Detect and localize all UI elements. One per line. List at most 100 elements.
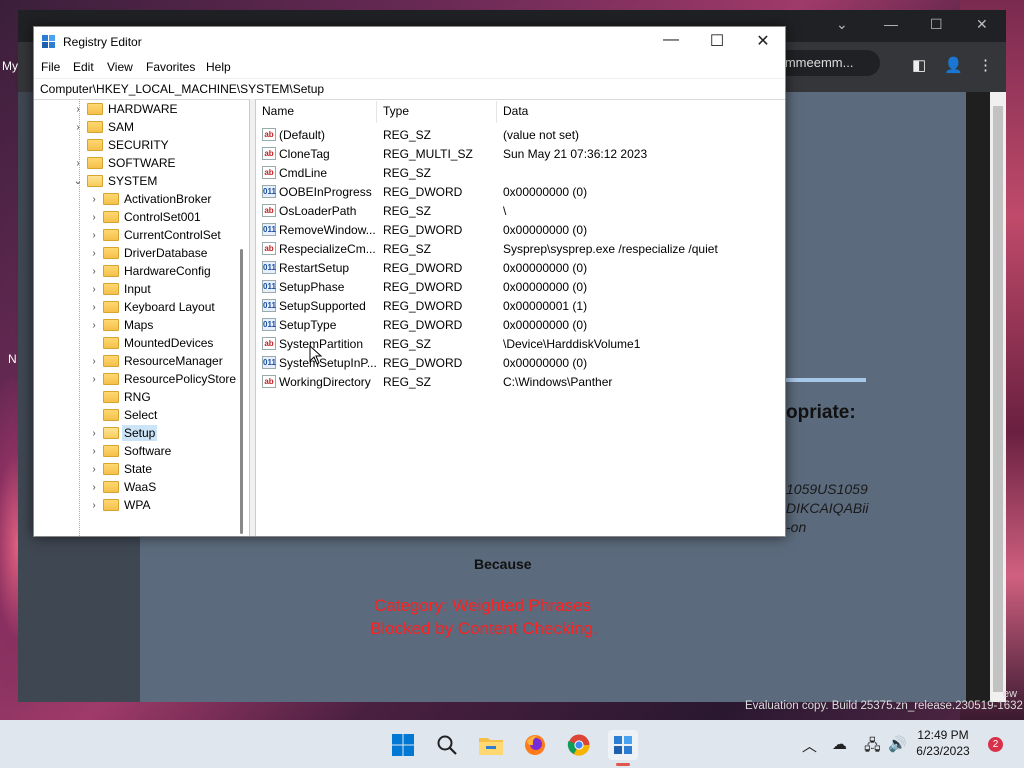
table-row[interactable]: 011 RestartSetup REG_DWORD 0x00000000 (0) xyxy=(255,258,785,277)
tree-item-resourcepolicystore[interactable]: › ResourcePolicyStore xyxy=(88,370,236,388)
table-row[interactable]: ab CloneTag REG_MULTI_SZ Sun May 21 07:36:1… xyxy=(255,144,785,163)
notification-badge[interactable]: 2 xyxy=(988,737,1003,752)
close-button[interactable]: ✕ xyxy=(748,31,778,51)
tree-item-state[interactable]: › State xyxy=(88,460,152,478)
column-type[interactable]: Type xyxy=(383,104,409,118)
tree-item-system[interactable]: ⌄ SYSTEM xyxy=(72,172,158,190)
firefox-icon xyxy=(525,735,545,755)
tree-item-security[interactable]: SECURITY xyxy=(72,136,169,154)
chevron-right-icon[interactable]: › xyxy=(88,428,100,439)
value-type: REG_SZ xyxy=(383,166,432,180)
menu-view[interactable]: View xyxy=(107,60,133,74)
tree-item-maps[interactable]: › Maps xyxy=(88,316,153,334)
value-type: REG_SZ xyxy=(383,337,432,351)
table-row[interactable]: 011 SetupSupported REG_DWORD 0x00000001 (1) xyxy=(255,296,785,315)
chevron-right-icon[interactable]: › xyxy=(88,302,100,313)
tree-item-keyboard-layout[interactable]: › Keyboard Layout xyxy=(88,298,214,316)
maximize-button[interactable]: ☐ xyxy=(702,31,732,51)
tree-item-rng[interactable]: RNG xyxy=(88,388,151,406)
scrollbar-thumb[interactable] xyxy=(993,106,1003,692)
start-button[interactable] xyxy=(388,730,418,760)
tree-item-wpa[interactable]: › WPA xyxy=(88,496,150,514)
menu-edit[interactable]: Edit xyxy=(73,60,94,74)
table-row[interactable]: 011 SystemSetupInP... REG_DWORD 0x00000000 … xyxy=(255,353,785,372)
minimize-icon[interactable]: — xyxy=(884,16,898,32)
tree-item-currentcontrolset[interactable]: › CurrentControlSet xyxy=(88,226,220,244)
sidepanel-icon[interactable]: ◧ xyxy=(912,56,926,74)
network-offline-icon[interactable]: ☁ xyxy=(832,735,847,753)
title-bar[interactable]: Registry Editor — ☐ ✕ xyxy=(34,27,785,57)
chevron-down-icon[interactable]: ⌄ xyxy=(72,176,84,187)
tree-item-setup[interactable]: › Setup xyxy=(88,424,158,442)
value-type: REG_DWORD xyxy=(383,280,463,294)
profile-icon[interactable]: 👤 xyxy=(944,56,963,74)
tree-item-driverdatabase[interactable]: › DriverDatabase xyxy=(88,244,207,262)
chevron-right-icon[interactable]: › xyxy=(88,194,100,205)
tree-item-input[interactable]: › Input xyxy=(88,280,150,298)
tree-item-hardware[interactable]: › HARDWARE xyxy=(72,100,177,118)
menu-file[interactable]: File xyxy=(41,60,60,74)
column-name[interactable]: Name xyxy=(262,104,294,118)
tab-search-icon[interactable]: ⌄ xyxy=(836,16,848,33)
table-row[interactable]: ab (Default) REG_SZ (value not set) xyxy=(255,125,785,144)
chevron-right-icon[interactable]: › xyxy=(88,374,100,385)
table-row[interactable]: ab RespecializeCm... REG_SZ Sysprep\sysprep… xyxy=(255,239,785,258)
page-scrollbar[interactable] xyxy=(990,92,1006,702)
minimize-button[interactable]: — xyxy=(656,31,686,49)
regedit-taskbar-button[interactable] xyxy=(608,730,638,760)
chevron-right-icon[interactable]: › xyxy=(88,320,100,331)
close-icon[interactable]: ✕ xyxy=(976,16,988,33)
chevron-right-icon[interactable]: › xyxy=(88,284,100,295)
chevron-right-icon[interactable]: › xyxy=(88,446,100,457)
chevron-right-icon[interactable]: › xyxy=(88,248,100,259)
tree-item-select[interactable]: Select xyxy=(88,406,157,424)
table-row[interactable]: ab WorkingDirectory REG_SZ C:\Windows\Panth… xyxy=(255,372,785,391)
chevron-right-icon[interactable]: › xyxy=(88,230,100,241)
table-row[interactable]: ab SystemPartition REG_SZ \Device\HarddiskV… xyxy=(255,334,785,353)
folder-open-icon xyxy=(87,175,103,187)
table-row[interactable]: 011 RemoveWindow... REG_DWORD 0x00000000 (0… xyxy=(255,220,785,239)
chevron-right-icon[interactable]: › xyxy=(72,122,84,133)
firefox-button[interactable] xyxy=(520,730,550,760)
chevron-right-icon[interactable]: › xyxy=(88,500,100,511)
table-row[interactable]: ab OsLoaderPath REG_SZ \ xyxy=(255,201,785,220)
volume-icon[interactable]: 🔊 xyxy=(888,735,907,753)
table-row[interactable]: 011 SetupType REG_DWORD 0x00000000 (0) xyxy=(255,315,785,334)
chevron-right-icon[interactable]: › xyxy=(88,482,100,493)
chevron-right-icon[interactable]: › xyxy=(88,356,100,367)
table-row[interactable]: 011 OOBEInProgress REG_DWORD 0x00000000 (0) xyxy=(255,182,785,201)
menu-help[interactable]: Help xyxy=(206,60,231,74)
search-icon xyxy=(437,735,457,755)
maximize-icon[interactable]: ☐ xyxy=(930,16,943,33)
tree-item-resourcemanager[interactable]: › ResourceManager xyxy=(88,352,222,370)
column-data[interactable]: Data xyxy=(503,104,528,118)
tree-item-software-sub[interactable]: › Software xyxy=(88,442,171,460)
table-row[interactable]: ab CmdLine REG_SZ xyxy=(255,163,785,182)
network-icon[interactable]: 🖧 xyxy=(864,735,881,760)
tree-item-software[interactable]: › SOFTWARE xyxy=(72,154,175,172)
show-hidden-icons-chevron-up-icon[interactable]: ︿ xyxy=(802,735,817,756)
tree-item-sam[interactable]: › SAM xyxy=(72,118,134,136)
menu-dots-icon[interactable]: ⋮ xyxy=(978,56,993,74)
tree-vertical-scrollbar[interactable] xyxy=(240,249,243,534)
file-explorer-button[interactable] xyxy=(476,730,506,760)
chevron-right-icon[interactable]: › xyxy=(72,104,84,115)
tree-item-mounteddevices[interactable]: MountedDevices xyxy=(88,334,213,352)
address-path-bar[interactable]: Computer\HKEY_LOCAL_MACHINE\SYSTEM\Setup xyxy=(34,78,785,100)
tree-item-controlset001[interactable]: › ControlSet001 xyxy=(88,208,200,226)
tree-item-hardwareconfig[interactable]: › HardwareConfig xyxy=(88,262,210,280)
tree-item-waas[interactable]: › WaaS xyxy=(88,478,156,496)
chevron-right-icon[interactable]: › xyxy=(88,464,100,475)
chevron-right-icon[interactable]: › xyxy=(88,266,100,277)
key-tree[interactable]: › HARDWARE › SAM SECURITY › SOFTWARE ⌄ SYSTE… xyxy=(34,99,249,536)
tree-item-activationbroker[interactable]: › ActivationBroker xyxy=(88,190,211,208)
table-row[interactable]: 011 SetupPhase REG_DWORD 0x00000000 (0) xyxy=(255,277,785,296)
menu-favorites[interactable]: Favorites xyxy=(146,60,195,74)
chrome-button[interactable] xyxy=(564,730,594,760)
system-clock[interactable]: 12:49 PM 6/23/2023 xyxy=(912,727,974,759)
search-button[interactable] xyxy=(432,730,462,760)
value-list[interactable]: Name Type Data ab (Default) REG_SZ (value n… xyxy=(255,99,785,536)
chevron-right-icon[interactable]: › xyxy=(88,212,100,223)
chevron-right-icon[interactable]: › xyxy=(72,158,84,169)
binary-value-icon: 011 xyxy=(262,185,276,198)
